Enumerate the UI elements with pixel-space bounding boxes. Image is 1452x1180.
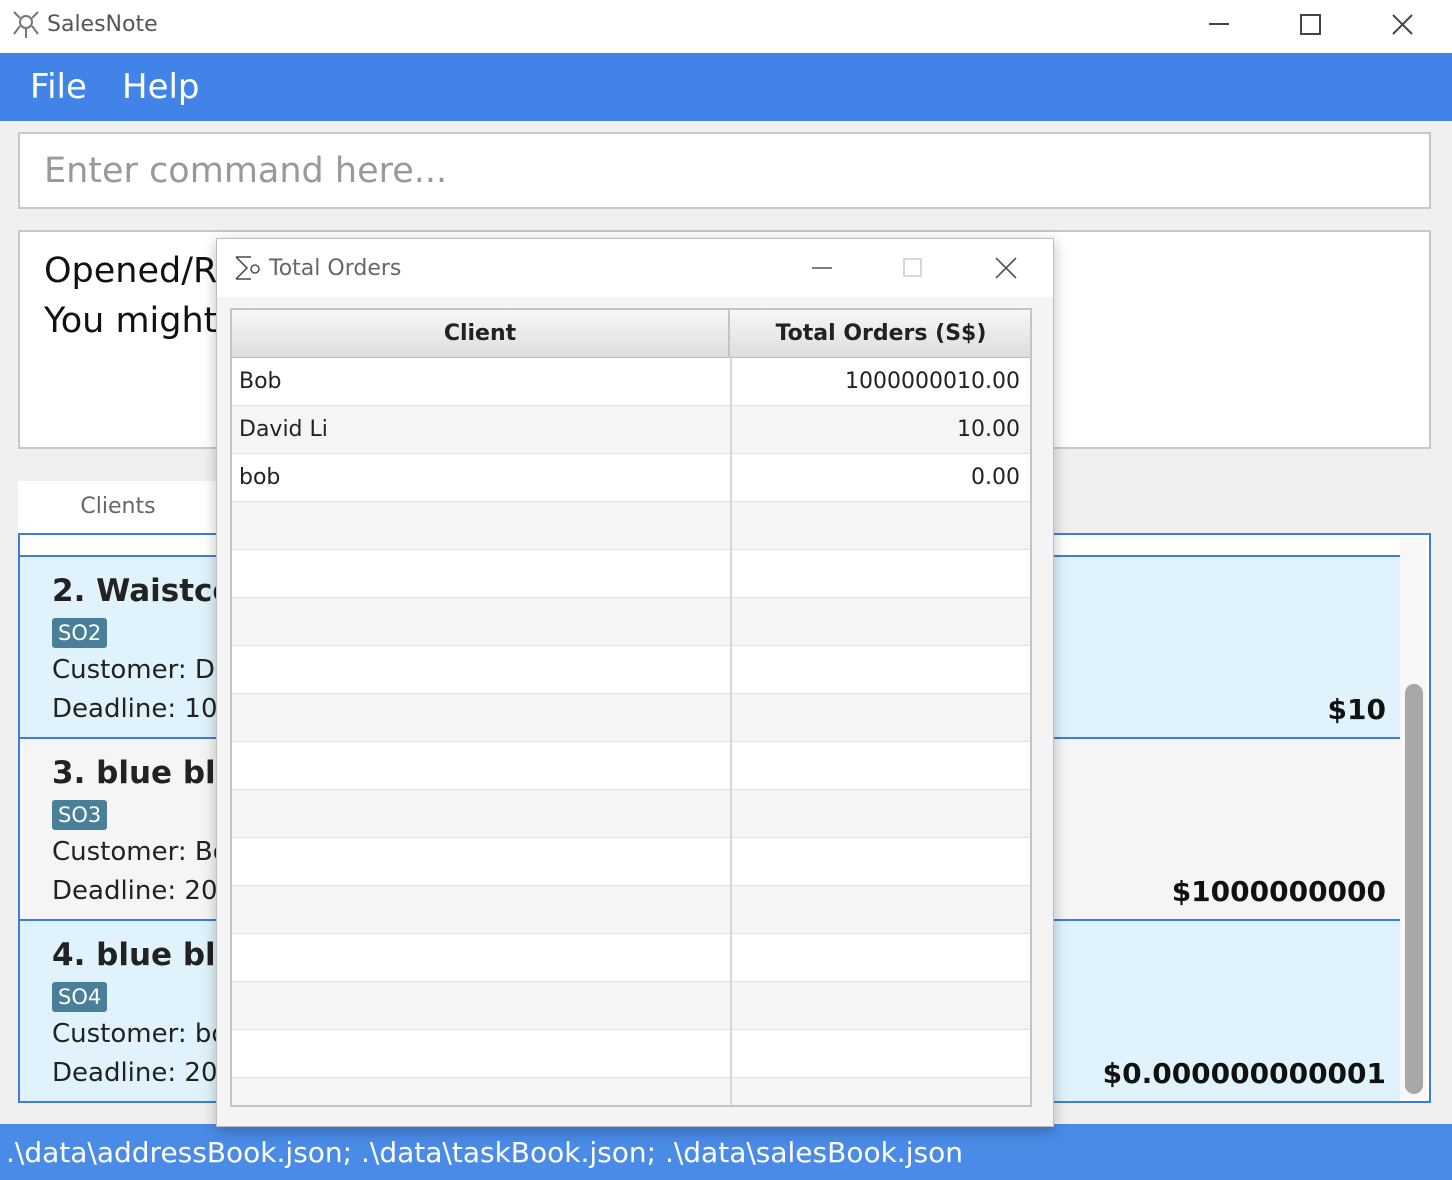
minimize-icon [812, 267, 832, 269]
table-row[interactable] [232, 934, 1030, 982]
close-window-button[interactable] [1358, 0, 1448, 53]
list-scrollbar-thumb[interactable] [1405, 684, 1423, 1094]
table-row[interactable] [232, 982, 1030, 1030]
status-file-paths: .\data\addressBook.json; .\data\taskBook… [6, 1136, 963, 1169]
column-header-client[interactable]: Client [232, 310, 730, 358]
table-row[interactable] [232, 502, 1030, 550]
dialog-minimize-button[interactable] [777, 239, 867, 297]
order-customer: Customer: bo [52, 1019, 228, 1049]
minimize-button[interactable] [1174, 0, 1264, 53]
order-tag: SO4 [52, 982, 108, 1012]
cell-client: Bob [239, 369, 282, 394]
maximize-icon [1300, 14, 1321, 35]
maximize-icon [903, 258, 922, 277]
app-logo-icon [13, 11, 39, 38]
order-tag: SO3 [52, 800, 108, 830]
menu-file[interactable]: File [30, 67, 87, 107]
table-row[interactable] [232, 598, 1030, 646]
order-deadline: Deadline: 20 / [52, 1058, 235, 1088]
menu-help[interactable]: Help [122, 67, 200, 107]
cell-client: bob [239, 465, 281, 490]
order-price: $0.000000000001 [1102, 1057, 1386, 1090]
order-tag: SO2 [52, 618, 108, 648]
table-row[interactable] [232, 646, 1030, 694]
table-row[interactable] [232, 742, 1030, 790]
order-deadline: Deadline: 10 [52, 694, 218, 724]
dialog-maximize-button[interactable] [868, 239, 958, 297]
table-row[interactable] [232, 1078, 1030, 1105]
table-row[interactable] [232, 550, 1030, 598]
table-row[interactable] [232, 694, 1030, 742]
status-bar: .\data\addressBook.json; .\data\taskBook… [0, 1124, 1452, 1180]
order-deadline: Deadline: 20 / [52, 876, 235, 906]
maximize-button[interactable] [1266, 0, 1356, 53]
order-price: $10 [1327, 693, 1386, 726]
command-box [18, 132, 1431, 209]
cell-total-orders: 10.00 [957, 417, 1020, 442]
cell-total-orders: 0.00 [971, 465, 1020, 490]
column-header-total[interactable]: Total Orders (S$) [732, 310, 1030, 358]
table-row[interactable]: David Li 10.00 [232, 406, 1030, 454]
column-separator [730, 358, 732, 1105]
command-input[interactable] [20, 134, 1429, 207]
table-row[interactable] [232, 838, 1030, 886]
total-orders-table[interactable]: Client Total Orders (S$) Bob 1000000010.0… [230, 308, 1032, 1107]
close-icon [1392, 14, 1413, 35]
dialog-title: Total Orders [269, 256, 402, 281]
tab-clients[interactable]: Clients [18, 481, 218, 533]
order-price: $1000000000 [1171, 875, 1386, 908]
table-row[interactable] [232, 1030, 1030, 1078]
total-orders-dialog: Total Orders Client Total Orders (S$) Bo… [216, 238, 1054, 1127]
table-row[interactable]: bob 0.00 [232, 454, 1030, 502]
dialog-close-button[interactable] [961, 239, 1051, 297]
window-titlebar: SalesNote [0, 0, 1452, 53]
table-row[interactable] [232, 886, 1030, 934]
dialog-titlebar: Total Orders [217, 239, 1053, 297]
table-header: Client Total Orders (S$) [232, 310, 1030, 358]
table-row[interactable]: Bob 1000000010.00 [232, 358, 1030, 406]
cell-client: David Li [239, 417, 328, 442]
menu-bar: File Help [0, 53, 1452, 121]
table-row[interactable] [232, 790, 1030, 838]
app-logo-icon [235, 256, 260, 280]
close-icon [995, 257, 1017, 279]
cell-total-orders: 1000000010.00 [845, 369, 1020, 394]
order-customer: Customer: Da [52, 655, 231, 685]
minimize-icon [1209, 23, 1229, 25]
window-title: SalesNote [47, 12, 158, 37]
order-customer: Customer: Bo [52, 837, 229, 867]
